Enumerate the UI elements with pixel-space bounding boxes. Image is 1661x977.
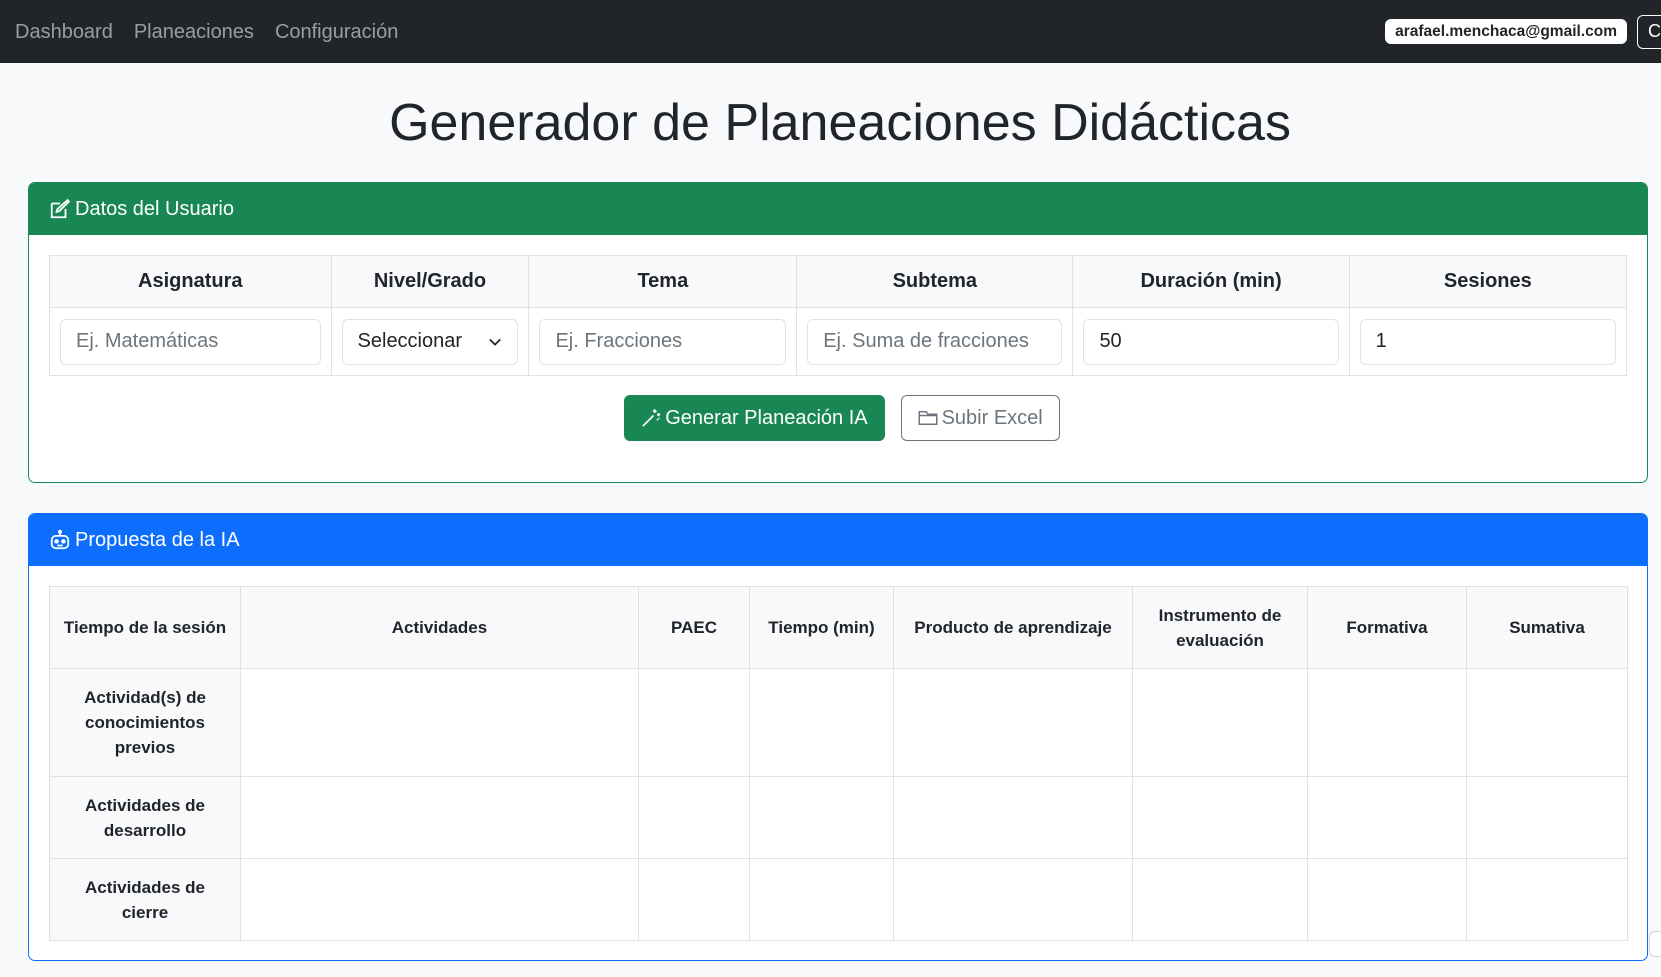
table-cell bbox=[1132, 776, 1308, 859]
column-header-paec: PAEC bbox=[638, 586, 750, 669]
row-header-conocimientos-previos: Actividad(s) de conocimientos previos bbox=[49, 668, 241, 777]
row-header-desarrollo: Actividades de desarrollo bbox=[49, 776, 241, 859]
table-cell bbox=[1466, 668, 1628, 777]
user-email-badge: arafael.menchaca@gmail.com bbox=[1385, 19, 1627, 44]
table-cell bbox=[638, 668, 750, 777]
sesiones-cell: 1 bbox=[1348, 307, 1628, 376]
table-cell bbox=[1307, 858, 1467, 941]
column-header-producto: Producto de aprendizaje bbox=[893, 586, 1133, 669]
folder-icon bbox=[918, 411, 938, 425]
logout-button[interactable]: C bbox=[1637, 14, 1661, 49]
chevron-down-icon bbox=[489, 338, 502, 346]
table-row: Actividad(s) de conocimientos previos bbox=[49, 668, 1628, 777]
column-header-tema: Tema bbox=[528, 255, 798, 308]
ai-proposal-card: Propuesta de la IA Tiempo de la sesión A… bbox=[28, 513, 1648, 961]
tema-cell: Ej. Fracciones bbox=[528, 307, 798, 376]
table-cell bbox=[749, 668, 894, 777]
table-cell bbox=[1466, 776, 1628, 859]
page-title: Generador de Planeaciones Didácticas bbox=[389, 94, 1291, 152]
table-row: Actividades de cierre bbox=[49, 858, 1628, 941]
table-cell bbox=[240, 668, 639, 777]
user-data-card-header: Datos del Usuario bbox=[29, 183, 1647, 235]
nav-user-area: arafael.menchaca@gmail.com C bbox=[1385, 0, 1661, 63]
row-header-cierre: Actividades de cierre bbox=[49, 858, 241, 941]
nav-link-dashboard[interactable]: Dashboard bbox=[15, 19, 113, 45]
nav-link-planeaciones[interactable]: Planeaciones bbox=[134, 19, 254, 45]
top-navbar: Dashboard Planeaciones Configuración ara… bbox=[0, 0, 1661, 63]
column-header-duracion: Duración (min) bbox=[1072, 255, 1350, 308]
sesiones-input[interactable]: 1 bbox=[1359, 318, 1616, 365]
table-cell bbox=[749, 858, 894, 941]
subtema-input[interactable]: Ej. Suma de fracciones bbox=[807, 318, 1063, 365]
nav-link-configuracion[interactable]: Configuración bbox=[275, 19, 398, 45]
table-cell bbox=[240, 858, 639, 941]
column-header-instrumento: Instrumento de evaluación bbox=[1132, 586, 1308, 669]
table-cell bbox=[1132, 858, 1308, 941]
duracion-cell: 50 bbox=[1072, 307, 1350, 376]
table-cell bbox=[638, 858, 750, 941]
asignatura-cell: Ej. Matemáticas bbox=[49, 307, 332, 376]
ai-proposal-table: Tiempo de la sesión Actividades PAEC Tie… bbox=[49, 586, 1628, 941]
column-header-sesiones: Sesiones bbox=[1348, 255, 1628, 308]
user-data-card-title: Datos del Usuario bbox=[75, 197, 234, 220]
asignatura-input[interactable]: Ej. Matemáticas bbox=[60, 318, 321, 365]
column-header-tiempo-sesion: Tiempo de la sesión bbox=[49, 586, 241, 669]
table-cell bbox=[1466, 858, 1628, 941]
duracion-input[interactable]: 50 bbox=[1083, 318, 1339, 365]
table-cell bbox=[240, 776, 639, 859]
column-header-formativa: Formativa bbox=[1307, 586, 1467, 669]
nivel-grado-selected-value: Seleccionar bbox=[357, 330, 463, 352]
ai-proposal-card-title: Propuesta de la IA bbox=[75, 528, 240, 551]
tema-input[interactable]: Ej. Fracciones bbox=[539, 318, 787, 365]
pencil-square-icon bbox=[50, 198, 71, 219]
magic-wand-icon bbox=[642, 409, 661, 427]
scroll-to-top-button[interactable] bbox=[1649, 931, 1661, 957]
robot-icon bbox=[50, 529, 70, 550]
column-header-tiempo-min: Tiempo (min) bbox=[749, 586, 894, 669]
generate-plan-label: Generar Planeación IA bbox=[665, 406, 868, 429]
table-cell bbox=[1132, 668, 1308, 777]
column-header-actividades: Actividades bbox=[240, 586, 639, 669]
ai-proposal-card-header: Propuesta de la IA bbox=[29, 514, 1647, 566]
generate-plan-button[interactable]: Generar Planeación IA bbox=[624, 395, 885, 441]
column-header-asignatura: Asignatura bbox=[49, 255, 332, 308]
user-data-card: Datos del Usuario Asignatura Nivel/Grado… bbox=[28, 182, 1648, 483]
nivel-grado-cell: Seleccionar bbox=[330, 307, 530, 376]
column-header-sumativa: Sumativa bbox=[1466, 586, 1628, 669]
nivel-grado-select[interactable]: Seleccionar bbox=[341, 318, 519, 365]
table-cell bbox=[893, 668, 1133, 777]
action-buttons: Generar Planeación IA Subir Excel bbox=[29, 395, 1647, 441]
table-cell bbox=[1307, 776, 1467, 859]
subtema-cell: Ej. Suma de fracciones bbox=[796, 307, 1074, 376]
table-row: Actividades de desarrollo bbox=[49, 776, 1628, 859]
table-cell bbox=[893, 858, 1133, 941]
upload-excel-button[interactable]: Subir Excel bbox=[900, 395, 1060, 441]
upload-excel-label: Subir Excel bbox=[941, 406, 1043, 429]
table-cell bbox=[893, 776, 1133, 859]
user-data-table: Asignatura Nivel/Grado Tema Subtema Dura… bbox=[49, 255, 1628, 376]
table-cell bbox=[749, 776, 894, 859]
column-header-subtema: Subtema bbox=[796, 255, 1074, 308]
table-cell bbox=[1307, 668, 1467, 777]
table-cell bbox=[638, 776, 750, 859]
column-header-nivel-grado: Nivel/Grado bbox=[330, 255, 530, 308]
